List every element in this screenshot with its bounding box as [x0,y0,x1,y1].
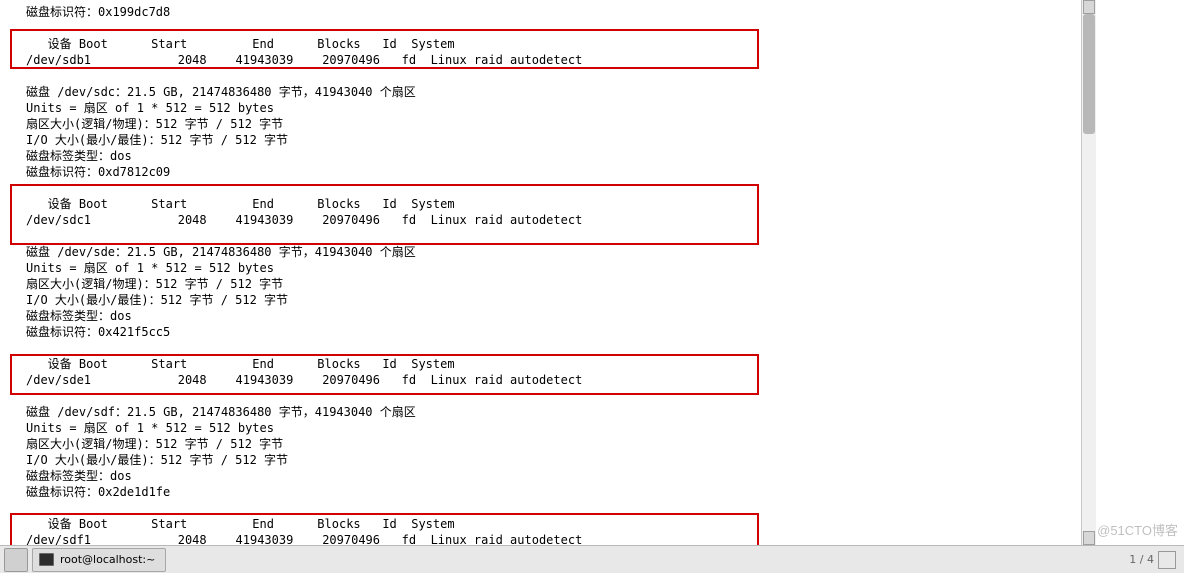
terminal-output[interactable]: 磁盘标识符：0x199dc7d8 设备 Boot Start End Block… [0,0,1095,545]
task-button-label: root@localhost:~ [60,553,155,566]
scrollbar-thumb[interactable] [1083,14,1095,134]
workspace-indicator: 1 / 4 [1129,553,1154,566]
taskbar: root@localhost:~ 1 / 4 [0,545,1184,573]
watermark: @51CTO博客 [1097,520,1178,539]
taskbar-right: 1 / 4 [1129,551,1176,569]
menu-button[interactable] [4,548,28,572]
tray-icon[interactable] [1158,551,1176,569]
vertical-scrollbar[interactable] [1081,0,1096,545]
task-button-terminal[interactable]: root@localhost:~ [32,548,166,572]
scrollbar-arrow-down-icon[interactable] [1083,531,1095,545]
terminal-text: 磁盘标识符：0x199dc7d8 设备 Boot Start End Block… [26,4,1081,564]
scrollbar-arrow-up-icon[interactable] [1083,0,1095,14]
terminal-icon [39,553,54,566]
